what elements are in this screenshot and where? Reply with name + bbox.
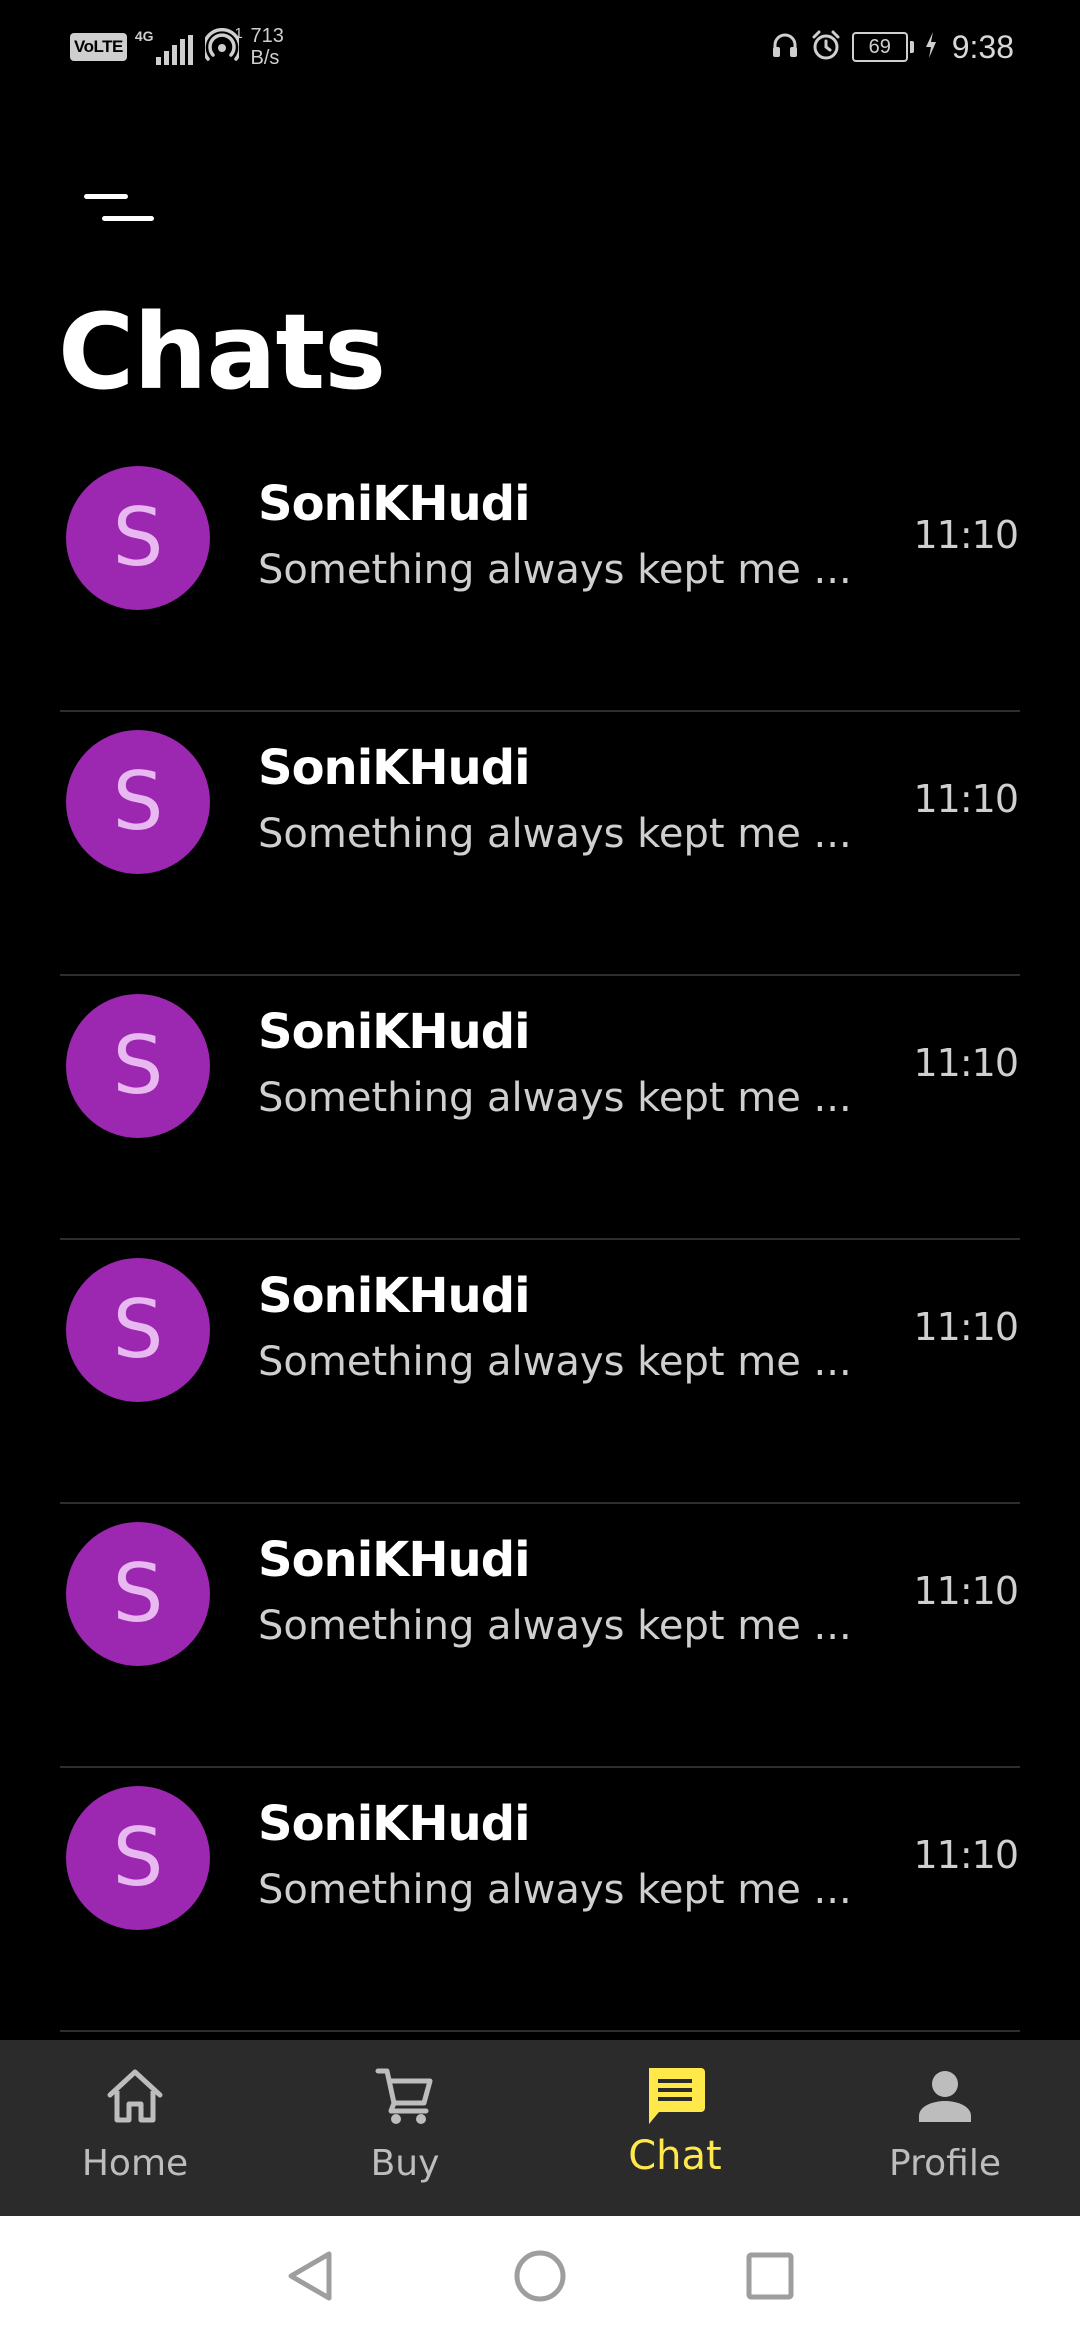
- speed-unit: B/s: [250, 47, 280, 69]
- chat-time: 11:10: [913, 1305, 1019, 1349]
- nav-item-chat[interactable]: Chat: [540, 2040, 810, 2216]
- nav-item-profile[interactable]: Profile: [810, 2040, 1080, 2216]
- chat-name: SoniKHudi: [258, 1004, 531, 1060]
- volte-badge: VoLTE: [70, 33, 127, 61]
- chat-preview: Something always kept me ...: [258, 1867, 852, 1913]
- chat-name: SoniKHudi: [258, 1268, 531, 1324]
- status-bar: VoLTE 4G 1 713 B/s 69 9:38: [0, 0, 1080, 92]
- chat-preview: Something always kept me ...: [258, 1603, 852, 1649]
- nav-label-chat: Chat: [628, 2133, 722, 2179]
- home-circle-icon[interactable]: [510, 2246, 570, 2306]
- nav-item-home[interactable]: Home: [0, 2040, 270, 2216]
- avatar: S: [66, 1786, 210, 1930]
- alarm-icon: [810, 29, 842, 65]
- nav-label-profile: Profile: [889, 2143, 1001, 2184]
- chat-preview: Something always kept me ...: [258, 1339, 852, 1385]
- chat-name: SoniKHudi: [258, 476, 531, 532]
- status-time: 9:38: [951, 28, 1014, 65]
- avatar: S: [66, 466, 210, 610]
- battery-level: 69: [851, 32, 908, 62]
- chat-preview: Something always kept me ...: [258, 547, 852, 593]
- chat-time: 11:10: [913, 1041, 1019, 1085]
- menu-icon[interactable]: [84, 190, 156, 230]
- cellular-signal-icon: 4G: [135, 29, 193, 65]
- avatar: S: [66, 1258, 210, 1402]
- chat-list-item[interactable]: S SoniKHudi Something always kept me ...…: [0, 976, 1080, 1240]
- recents-icon[interactable]: [740, 2246, 800, 2306]
- system-nav-bar: [0, 2216, 1080, 2340]
- chat-preview: Something always kept me ...: [258, 1075, 852, 1121]
- charging-icon: [924, 31, 938, 63]
- chat-list-item[interactable]: S SoniKHudi Something always kept me ...…: [0, 448, 1080, 712]
- chat-time: 11:10: [913, 513, 1019, 557]
- chat-list-item[interactable]: S SoniKHudi Something always kept me ...…: [0, 712, 1080, 976]
- status-left: VoLTE 4G 1 713 B/s: [70, 22, 284, 72]
- chat-icon: [643, 2064, 707, 2128]
- chat-name: SoniKHudi: [258, 740, 531, 796]
- chat-list: S SoniKHudi Something always kept me ...…: [0, 448, 1080, 2032]
- nav-label-buy: Buy: [370, 2143, 440, 2184]
- nav-item-buy[interactable]: Buy: [270, 2040, 540, 2216]
- back-icon[interactable]: [280, 2246, 340, 2306]
- chat-time: 11:10: [913, 1833, 1019, 1877]
- speed-indicator: 1: [234, 25, 243, 42]
- cart-icon: [373, 2064, 437, 2128]
- page-title: Chats: [58, 291, 386, 413]
- chat-list-item[interactable]: S SoniKHudi Something always kept me ...…: [0, 1504, 1080, 1768]
- battery-icon: 69: [851, 32, 914, 62]
- chat-time: 11:10: [913, 777, 1019, 821]
- network-speed: 1 713 B/s: [235, 25, 284, 69]
- chat-list-item[interactable]: S SoniKHudi Something always kept me ...…: [0, 1768, 1080, 2032]
- chat-name: SoniKHudi: [258, 1796, 531, 1852]
- avatar: S: [66, 994, 210, 1138]
- chat-name: SoniKHudi: [258, 1532, 531, 1588]
- headphones-icon: [770, 30, 800, 64]
- avatar: S: [66, 730, 210, 874]
- hotspot-icon: [201, 28, 242, 66]
- avatar: S: [66, 1522, 210, 1666]
- chat-list-item[interactable]: S SoniKHudi Something always kept me ...…: [0, 1240, 1080, 1504]
- status-right: 69 9:38: [770, 22, 1014, 72]
- nav-label-home: Home: [81, 2143, 189, 2184]
- network-type: 4G: [134, 28, 154, 44]
- bottom-nav: Home Buy Chat Profile: [0, 2040, 1080, 2216]
- chat-time: 11:10: [913, 1569, 1019, 1613]
- home-icon: [103, 2064, 167, 2128]
- chat-preview: Something always kept me ...: [258, 811, 852, 857]
- divider: [60, 2030, 1020, 2032]
- person-icon: [913, 2064, 977, 2128]
- speed-value: 713: [250, 25, 284, 47]
